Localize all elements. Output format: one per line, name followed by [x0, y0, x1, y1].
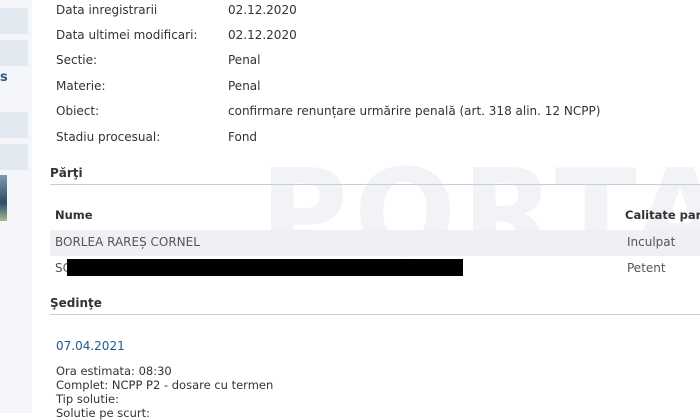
hearing-solution-summary: Solutie pe scurt: [56, 406, 150, 420]
left-sidebar-strip: s [0, 0, 32, 413]
hearing-complet: Complet: NCPP P2 - dosare cu termen [56, 378, 274, 392]
hearing-solution-type: Tip solutie: [56, 392, 119, 406]
party-role: Petent [627, 261, 666, 275]
detail-label: Sectie: [56, 53, 98, 67]
column-header-nume: Nume [55, 208, 93, 222]
detail-label: Materie: [56, 79, 106, 93]
detail-value: 02.12.2020 [228, 3, 297, 17]
section-title-parti: Părţi [50, 166, 83, 180]
party-role: Inculpat [627, 235, 676, 249]
hearing-date: 07.04.2021 [56, 339, 125, 353]
detail-label: Obiect: [56, 104, 100, 118]
column-header-calitate-parte: Calitate parte [625, 208, 700, 222]
section-title-sedinte: Şedinţe [50, 296, 102, 310]
detail-label: Data inregistrarii [56, 3, 158, 17]
sidebar-menu-item[interactable] [0, 144, 28, 170]
detail-value: Penal [228, 53, 261, 67]
sidebar-thumbnail-image [0, 175, 7, 221]
detail-label: Data ultimei modificari: [56, 28, 198, 42]
hearing-estimated-time: Ora estimata: 08:30 [56, 364, 172, 378]
parties-table-header: Nume Calitate parte [50, 203, 700, 227]
sidebar-glyph: s [0, 70, 8, 85]
sidebar-menu-item[interactable] [0, 8, 28, 34]
sidebar-menu-item[interactable] [0, 112, 28, 138]
detail-value: confirmare renunțare urmărire penală (ar… [228, 104, 601, 118]
redaction-bar [67, 259, 463, 276]
table-row: BORLEA RAREȘ CORNEL Inculpat [50, 230, 700, 256]
sidebar-menu-item[interactable] [0, 40, 28, 66]
detail-label: Stadiu procesual: [56, 130, 161, 144]
party-name: BORLEA RAREȘ CORNEL [55, 235, 200, 249]
detail-value: Penal [228, 79, 261, 93]
section-divider [50, 184, 700, 185]
detail-value: 02.12.2020 [228, 28, 297, 42]
section-divider [50, 314, 700, 315]
detail-value: Fond [228, 130, 258, 144]
table-row: SC Petent [50, 256, 700, 282]
